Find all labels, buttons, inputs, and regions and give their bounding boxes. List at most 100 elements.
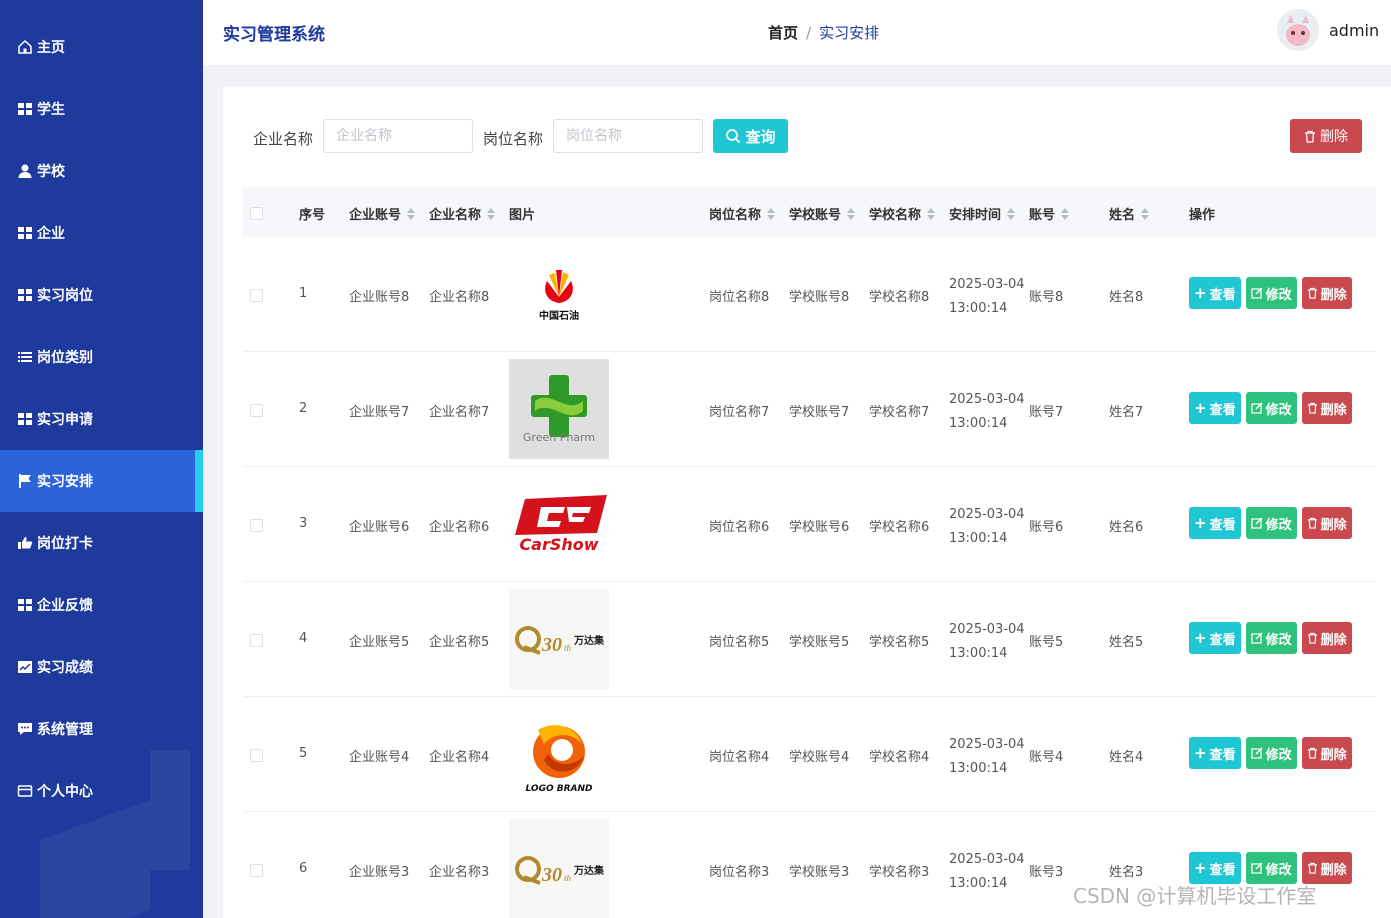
select-all-checkbox[interactable] bbox=[250, 207, 263, 220]
trash-icon bbox=[1307, 287, 1317, 299]
company-name-input[interactable] bbox=[323, 119, 473, 153]
svg-text:30: 30 bbox=[541, 864, 562, 886]
sort-icon[interactable] bbox=[407, 207, 416, 220]
col-company-account[interactable]: 企业账号 bbox=[349, 204, 416, 223]
row-checkbox[interactable] bbox=[250, 519, 263, 532]
sidebar-item-label: 个人中心 bbox=[37, 784, 93, 800]
table-row[interactable]: 5 企业账号4 企业名称4 岗位名称4 学校账号4 学校名称4 账号4 姓名4 LOGO BRA… bbox=[243, 697, 1376, 812]
table-row[interactable]: 4 企业账号5 企业名称5 岗位名称5 学校账号5 学校名称5 账号5 姓名5 30th 万达集 2… bbox=[243, 582, 1376, 697]
sidebar-item[interactable]: 学校 bbox=[0, 140, 203, 202]
trash-icon bbox=[1307, 747, 1317, 759]
sidebar-item-label: 企业 bbox=[37, 226, 65, 242]
cell-school-account: 学校账号4 bbox=[789, 750, 850, 765]
cell-account: 账号6 bbox=[1029, 520, 1064, 535]
sidebar-item[interactable]: 企业 bbox=[0, 202, 203, 264]
edit-icon bbox=[1250, 517, 1263, 529]
avatar[interactable] bbox=[1277, 9, 1319, 51]
cell-position-name: 岗位名称7 bbox=[709, 405, 770, 420]
col-position-name[interactable]: 岗位名称 bbox=[709, 204, 776, 223]
logo-text: CarShow bbox=[519, 534, 599, 554]
col-actions: 操作 bbox=[1189, 208, 1216, 223]
cell-company-account: 企业账号7 bbox=[349, 405, 410, 420]
sort-icon[interactable] bbox=[767, 207, 776, 220]
table-row[interactable]: 1 企业账号8 企业名称8 岗位名称8 学校账号8 学校名称8 账号8 姓名8 中国石油 2025… bbox=[243, 237, 1376, 352]
grid-icon bbox=[17, 597, 33, 613]
row-actions: + 查看 修改 删除 bbox=[1189, 392, 1352, 424]
delete-button[interactable]: 删除 bbox=[1301, 392, 1352, 424]
row-checkbox[interactable] bbox=[250, 864, 263, 877]
row-checkbox[interactable] bbox=[250, 289, 263, 302]
sort-icon[interactable] bbox=[487, 207, 496, 220]
delete-button[interactable]: 删除 bbox=[1301, 622, 1352, 654]
table-row[interactable]: 2 企业账号7 企业名称7 岗位名称7 学校账号7 学校名称7 账号7 姓名7 Green Ph… bbox=[243, 352, 1376, 467]
sort-icon[interactable] bbox=[1141, 207, 1150, 220]
sidebar-item-label: 实习安排 bbox=[37, 474, 93, 490]
chart-icon bbox=[17, 659, 33, 675]
cell-school-account: 学校账号3 bbox=[789, 865, 850, 880]
sort-icon[interactable] bbox=[927, 207, 936, 220]
col-account[interactable]: 账号 bbox=[1029, 204, 1070, 223]
thumbs-up-icon bbox=[17, 535, 33, 551]
bulk-delete-button[interactable]: 删除 bbox=[1290, 119, 1362, 153]
row-actions: + 查看 修改 删除 bbox=[1189, 507, 1352, 539]
edit-button[interactable]: 修改 bbox=[1245, 507, 1297, 539]
cell-position-name: 岗位名称3 bbox=[709, 865, 770, 880]
delete-button[interactable]: 删除 bbox=[1301, 507, 1352, 539]
sort-icon[interactable] bbox=[1061, 207, 1070, 220]
cell-index: 1 bbox=[299, 286, 308, 301]
sidebar-item[interactable]: 岗位打卡 bbox=[0, 512, 203, 574]
col-name[interactable]: 姓名 bbox=[1109, 204, 1150, 223]
company-logo: LOGO BRAND bbox=[509, 704, 609, 804]
edit-button[interactable]: 修改 bbox=[1245, 622, 1297, 654]
position-name-input[interactable] bbox=[553, 119, 703, 153]
edit-button[interactable]: 修改 bbox=[1245, 392, 1297, 424]
plus-icon: + bbox=[1194, 399, 1207, 417]
sidebar-item[interactable]: 企业反馈 bbox=[0, 574, 203, 636]
col-school-name[interactable]: 学校名称 bbox=[869, 204, 936, 223]
row-checkbox[interactable] bbox=[250, 634, 263, 647]
trash-icon bbox=[1305, 130, 1315, 143]
delete-button[interactable]: 删除 bbox=[1301, 277, 1352, 309]
sidebar-item[interactable]: 学生 bbox=[0, 78, 203, 140]
view-button[interactable]: + 查看 bbox=[1189, 392, 1241, 424]
username[interactable]: admin bbox=[1329, 21, 1379, 40]
sidebar-item[interactable]: 实习成绩 bbox=[0, 636, 203, 698]
row-checkbox[interactable] bbox=[250, 749, 263, 762]
col-school-account[interactable]: 学校账号 bbox=[789, 204, 856, 223]
sort-icon[interactable] bbox=[847, 207, 856, 220]
col-arrange-time[interactable]: 安排时间 bbox=[949, 204, 1016, 223]
table-row[interactable]: 3 企业账号6 企业名称6 岗位名称6 学校账号6 学校名称6 账号6 姓名6 CarShow 2… bbox=[243, 467, 1376, 582]
view-button[interactable]: + 查看 bbox=[1189, 737, 1241, 769]
cell-company-account: 企业账号5 bbox=[349, 635, 410, 650]
row-actions: + 查看 修改 删除 bbox=[1189, 737, 1352, 769]
edit-button[interactable]: 修改 bbox=[1245, 737, 1297, 769]
edit-icon bbox=[1250, 287, 1263, 299]
query-button[interactable]: 查询 bbox=[713, 119, 788, 153]
sidebar-item[interactable]: 实习岗位 bbox=[0, 264, 203, 326]
view-button[interactable]: + 查看 bbox=[1189, 507, 1241, 539]
breadcrumb-current: 实习安排 bbox=[819, 24, 880, 42]
sidebar-item[interactable]: 主页 bbox=[0, 16, 203, 78]
delete-button[interactable]: 删除 bbox=[1301, 737, 1352, 769]
cell-arrange-time: 2025-03-04 13:00:14 bbox=[949, 622, 1025, 661]
company-logo: Green Pharm bbox=[509, 359, 609, 459]
cell-index: 3 bbox=[299, 516, 308, 531]
breadcrumb-home[interactable]: 首页 bbox=[768, 24, 798, 42]
sidebar-item[interactable]: 个人中心 bbox=[0, 760, 203, 822]
view-button[interactable]: + 查看 bbox=[1189, 622, 1241, 654]
view-button[interactable]: + 查看 bbox=[1189, 277, 1241, 309]
list-icon bbox=[17, 349, 33, 365]
row-checkbox[interactable] bbox=[250, 404, 263, 417]
cell-arrange-time: 2025-03-04 13:00:14 bbox=[949, 392, 1025, 431]
plus-icon: + bbox=[1194, 284, 1207, 302]
sidebar-item[interactable]: 岗位类别 bbox=[0, 326, 203, 388]
sidebar-item[interactable]: 实习安排 bbox=[0, 450, 203, 512]
trash-icon bbox=[1307, 517, 1317, 529]
col-company-name[interactable]: 企业名称 bbox=[429, 204, 496, 223]
sidebar-item[interactable]: 实习申请 bbox=[0, 388, 203, 450]
edit-button[interactable]: 修改 bbox=[1245, 277, 1297, 309]
edit-icon bbox=[1250, 747, 1263, 759]
sidebar-item-label: 系统管理 bbox=[37, 722, 93, 738]
sort-icon[interactable] bbox=[1007, 207, 1016, 220]
sidebar-item[interactable]: 系统管理 bbox=[0, 698, 203, 760]
